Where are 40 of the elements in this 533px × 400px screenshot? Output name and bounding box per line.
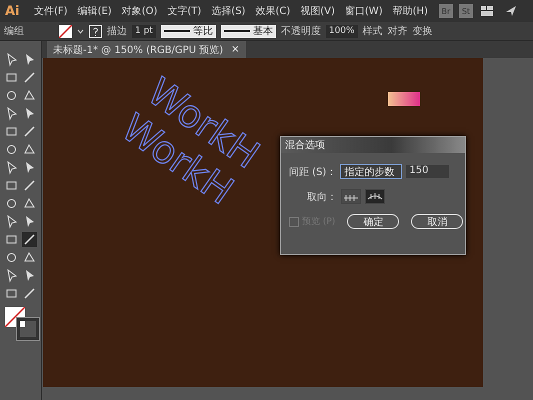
spacing-label: 间距 (S)： bbox=[289, 166, 336, 178]
orientation-label: 取向： bbox=[307, 190, 337, 204]
align-to-page-button[interactable] bbox=[341, 189, 361, 204]
selection-type-label: 编组 bbox=[4, 24, 25, 38]
menu-item[interactable]: 编辑(E) bbox=[72, 4, 117, 18]
steps-field[interactable]: 150 bbox=[406, 165, 450, 178]
menu-item[interactable]: 选择(S) bbox=[206, 4, 250, 18]
menu-item[interactable]: 对象(O) bbox=[116, 4, 162, 18]
fill-none-swatch[interactable] bbox=[59, 24, 72, 38]
menu-item[interactable]: 视图(V) bbox=[295, 4, 340, 18]
cancel-button[interactable]: 取消 bbox=[411, 214, 464, 229]
straight-ticks-icon bbox=[343, 192, 359, 200]
workspace-grid-icon[interactable] bbox=[480, 6, 493, 16]
opacity-label: 不透明度 bbox=[280, 24, 321, 38]
send-icon[interactable] bbox=[504, 5, 517, 17]
close-icon[interactable]: × bbox=[231, 44, 240, 55]
style-label: 样式 bbox=[362, 24, 383, 38]
dialog-title: 混合选项 bbox=[281, 137, 465, 153]
stroke-unknown-swatch-icon[interactable] bbox=[89, 24, 102, 38]
transform-link[interactable]: 变换 bbox=[412, 24, 433, 38]
menu-item[interactable]: 效果(C) bbox=[250, 4, 296, 18]
gradient-rectangle bbox=[388, 92, 420, 106]
menu-item[interactable]: 帮助(H) bbox=[388, 4, 433, 18]
align-to-path-button[interactable] bbox=[365, 189, 385, 204]
opacity-field[interactable]: 100% bbox=[326, 24, 358, 38]
brush-definition-dropdown[interactable]: 基本 bbox=[220, 24, 276, 38]
stroke-label: 描边 bbox=[107, 24, 127, 38]
app-logo: Ai bbox=[4, 4, 21, 18]
menu-item[interactable]: 文字(T) bbox=[162, 4, 206, 18]
stroke-swatch[interactable] bbox=[17, 318, 39, 340]
menu-item[interactable]: 文件(F) bbox=[29, 4, 73, 18]
stroke-weight-field[interactable]: 1 pt bbox=[132, 24, 156, 38]
menu-item[interactable]: 窗口(W) bbox=[340, 4, 388, 18]
variable-width-profile-dropdown[interactable]: 等比 bbox=[160, 24, 216, 38]
curved-ticks-icon bbox=[367, 192, 383, 200]
fill-caret-icon[interactable] bbox=[77, 28, 84, 34]
spacing-dropdown[interactable]: 指定的步数 bbox=[340, 164, 402, 179]
align-link[interactable]: 对齐 bbox=[388, 24, 408, 38]
ok-button[interactable]: 确定 bbox=[347, 214, 400, 229]
document-tab[interactable]: 未标题-1* @ 150% (RGB/GPU 预览) × bbox=[47, 41, 246, 58]
